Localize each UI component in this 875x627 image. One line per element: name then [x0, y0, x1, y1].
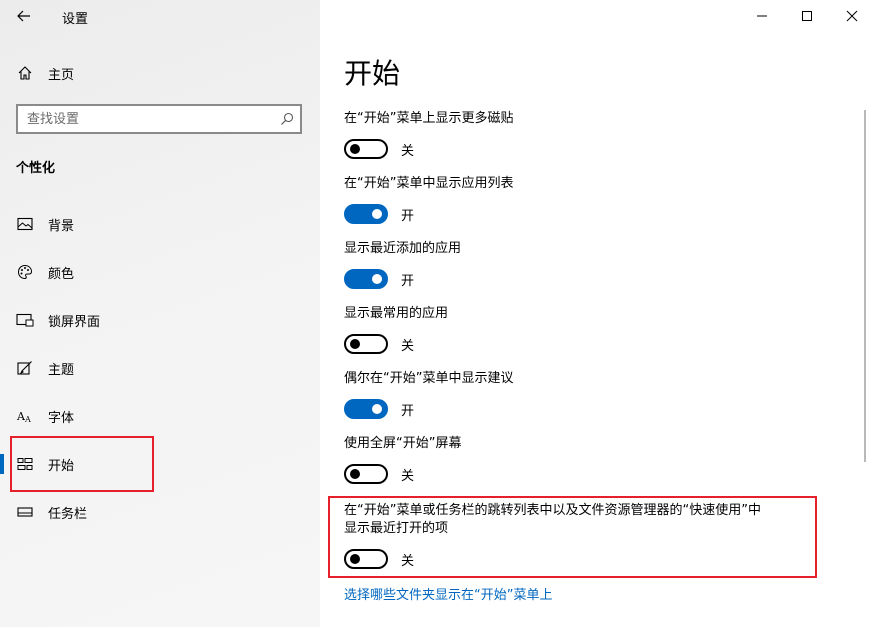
search-icon[interactable]: [274, 112, 300, 126]
svg-text:A: A: [24, 415, 31, 423]
toggle-switch[interactable]: [344, 464, 388, 484]
maximize-button[interactable]: [784, 0, 830, 32]
close-button[interactable]: [829, 0, 875, 32]
sidebar-item-themes[interactable]: 主题: [0, 348, 320, 388]
setting-label: 在“开始”菜单上显示更多磁贴: [344, 111, 514, 126]
back-arrow-icon: [17, 10, 30, 22]
home-icon: [0, 65, 48, 81]
sidebar: 设置 主页 个性化 背景: [0, 0, 320, 627]
minimize-button[interactable]: [739, 0, 785, 32]
sidebar-item-label: 主页: [48, 67, 75, 83]
highlight-box-recent-items: [328, 496, 817, 578]
toggle-switch[interactable]: [344, 334, 388, 354]
setting-most-used: 显示最常用的应用 关: [344, 305, 814, 355]
toggle-state: 关: [401, 338, 415, 354]
lock-screen-icon: [0, 313, 48, 327]
setting-suggestions: 偶尔在“开始”菜单中显示建议 开: [344, 370, 814, 420]
toggle-state: 开: [401, 208, 415, 224]
choose-folders-link[interactable]: 选择哪些文件夹显示在“开始”菜单上: [344, 584, 552, 603]
scrollbar[interactable]: [864, 110, 866, 462]
sidebar-item-fonts[interactable]: A A 字体: [0, 396, 320, 436]
toggle-state: 关: [401, 468, 415, 484]
back-button[interactable]: [10, 4, 38, 28]
maximize-icon: [802, 11, 812, 21]
sidebar-item-lock-screen[interactable]: 锁屏界面: [0, 300, 320, 340]
setting-label: 显示最常用的应用: [344, 306, 449, 321]
app-title: 设置: [62, 12, 89, 27]
minimize-icon: [757, 15, 767, 17]
sidebar-item-label: 锁屏界面: [48, 314, 101, 330]
section-title: 个性化: [16, 161, 56, 176]
sidebar-item-label: 背景: [48, 218, 75, 234]
main-panel: 开始 在“开始”菜单上显示更多磁贴 关 在“开始”菜单中显示应用列表 开 显示最…: [320, 0, 875, 627]
toggle-state: 开: [401, 403, 415, 419]
palette-icon: [0, 264, 48, 280]
sidebar-item-home[interactable]: 主页: [0, 58, 320, 88]
toggle-switch[interactable]: [344, 399, 388, 419]
setting-label: 使用全屏“开始”屏幕: [344, 436, 462, 451]
font-icon: A A: [0, 409, 48, 423]
search-input[interactable]: [18, 106, 274, 132]
sidebar-item-background[interactable]: 背景: [0, 204, 320, 244]
close-icon: [846, 10, 858, 22]
setting-label: 在“开始”菜单中显示应用列表: [344, 176, 514, 191]
setting-more-tiles: 在“开始”菜单上显示更多磁贴 关: [344, 110, 814, 160]
toggle-switch[interactable]: [344, 269, 388, 289]
setting-full-screen: 使用全屏“开始”屏幕 关: [344, 435, 814, 485]
toggle-switch[interactable]: [344, 139, 388, 159]
sidebar-item-label: 字体: [48, 410, 75, 426]
sidebar-item-label: 任务栏: [48, 506, 88, 522]
sidebar-item-colors[interactable]: 颜色: [0, 252, 320, 292]
picture-icon: [0, 217, 48, 231]
page-title: 开始: [344, 57, 401, 90]
theme-brush-icon: [0, 360, 48, 376]
sidebar-item-label: 主题: [48, 362, 75, 378]
setting-label: 偶尔在“开始”菜单中显示建议: [344, 371, 514, 386]
sidebar-item-label: 颜色: [48, 266, 75, 282]
sidebar-item-taskbar[interactable]: 任务栏: [0, 492, 320, 532]
toggle-switch[interactable]: [344, 204, 388, 224]
taskbar-icon: [0, 506, 48, 518]
toggle-state: 开: [401, 273, 415, 289]
setting-recently-added: 显示最近添加的应用 开: [344, 240, 814, 290]
search-box[interactable]: [16, 104, 302, 134]
highlight-box-start: [10, 436, 154, 492]
setting-app-list: 在“开始”菜单中显示应用列表 开: [344, 175, 814, 225]
toggle-state: 关: [401, 143, 415, 159]
setting-label: 显示最近添加的应用: [344, 241, 462, 256]
